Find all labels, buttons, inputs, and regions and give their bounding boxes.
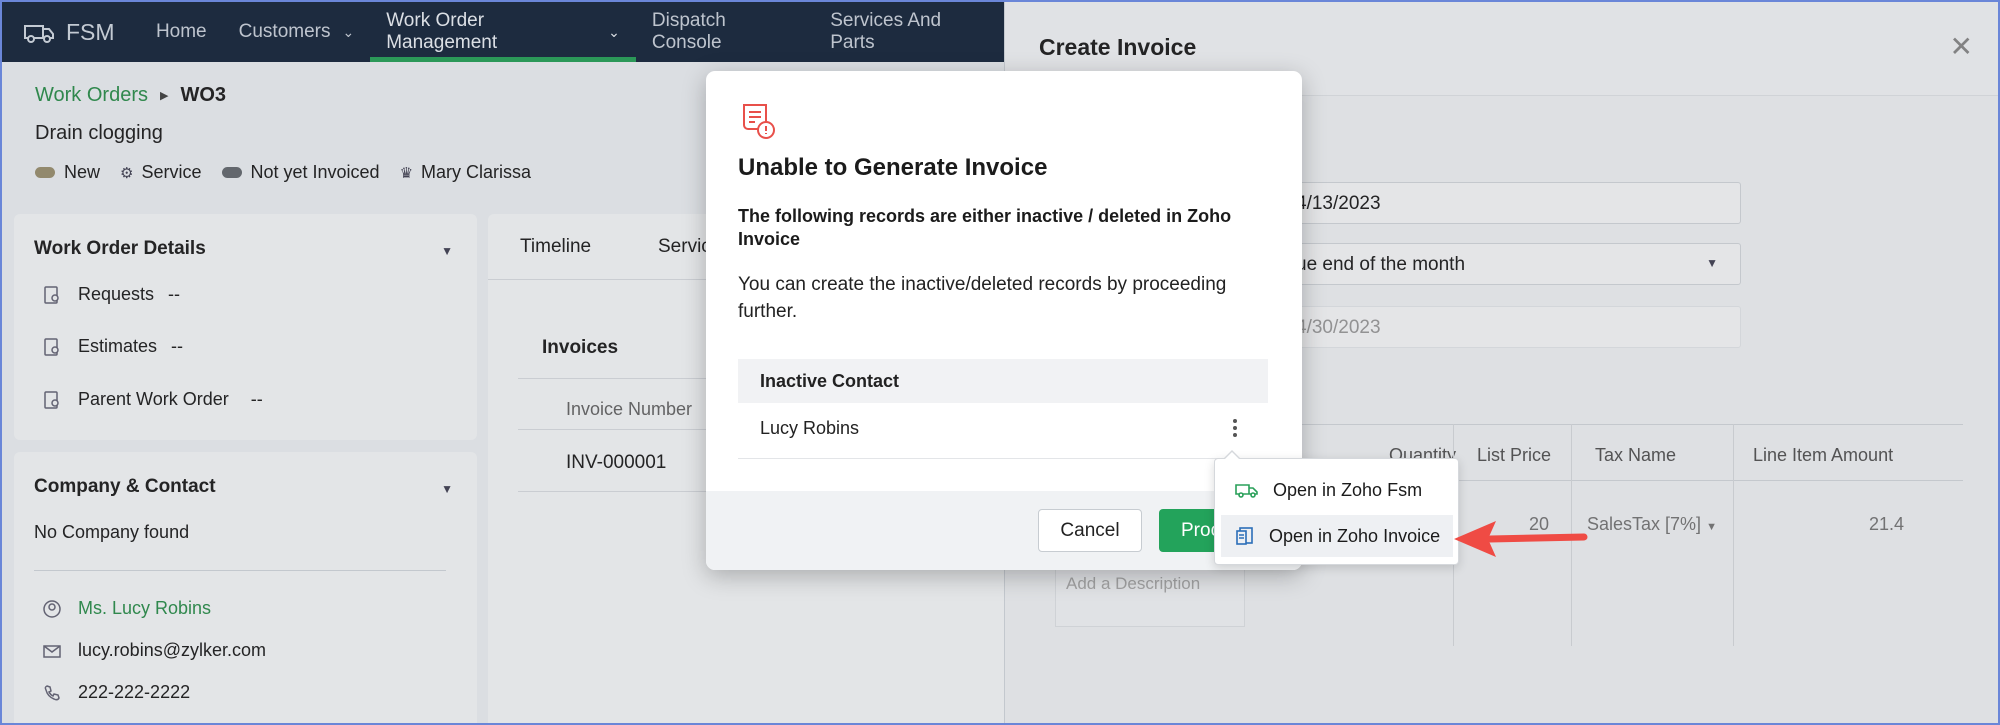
menu-item-open-in-zoho-invoice[interactable]: Open in Zoho Invoice	[1221, 515, 1453, 557]
van-icon	[1235, 484, 1258, 498]
table-row: Lucy Robins	[738, 403, 1268, 459]
kebab-dot	[1233, 426, 1237, 430]
unable-to-generate-invoice-dialog: Unable to Generate Invoice The following…	[706, 71, 1302, 570]
more-options-menu: Open in Zoho Fsm Open in Zoho Invoice	[1214, 450, 1459, 565]
kebab-dot	[1233, 419, 1237, 423]
menu-item-label: Open in Zoho Fsm	[1273, 479, 1423, 500]
dialog-title: Unable to Generate Invoice	[738, 154, 1048, 181]
inactive-contact-name: Lucy Robins	[760, 418, 860, 438]
dialog-subtitle: The following records are either inactiv…	[738, 206, 1232, 249]
more-options-icon[interactable]	[1232, 419, 1238, 437]
invoice-warning-icon	[743, 104, 775, 139]
dialog-message: You can create the inactive/deleted reco…	[738, 274, 1227, 322]
kebab-dot	[1233, 433, 1237, 437]
app-window: FSM Home Customers ⌄ Work Order Managemen…	[0, 0, 2000, 725]
annotation-arrow-icon	[1454, 521, 1588, 557]
inactive-contact-header: Inactive Contact	[738, 359, 1268, 403]
menu-item-open-in-zoho-fsm[interactable]: Open in Zoho Fsm	[1221, 469, 1453, 511]
cancel-button[interactable]: Cancel	[1038, 509, 1142, 552]
menu-item-label: Open in Zoho Invoice	[1269, 525, 1441, 546]
invoice-app-icon	[1236, 527, 1253, 545]
